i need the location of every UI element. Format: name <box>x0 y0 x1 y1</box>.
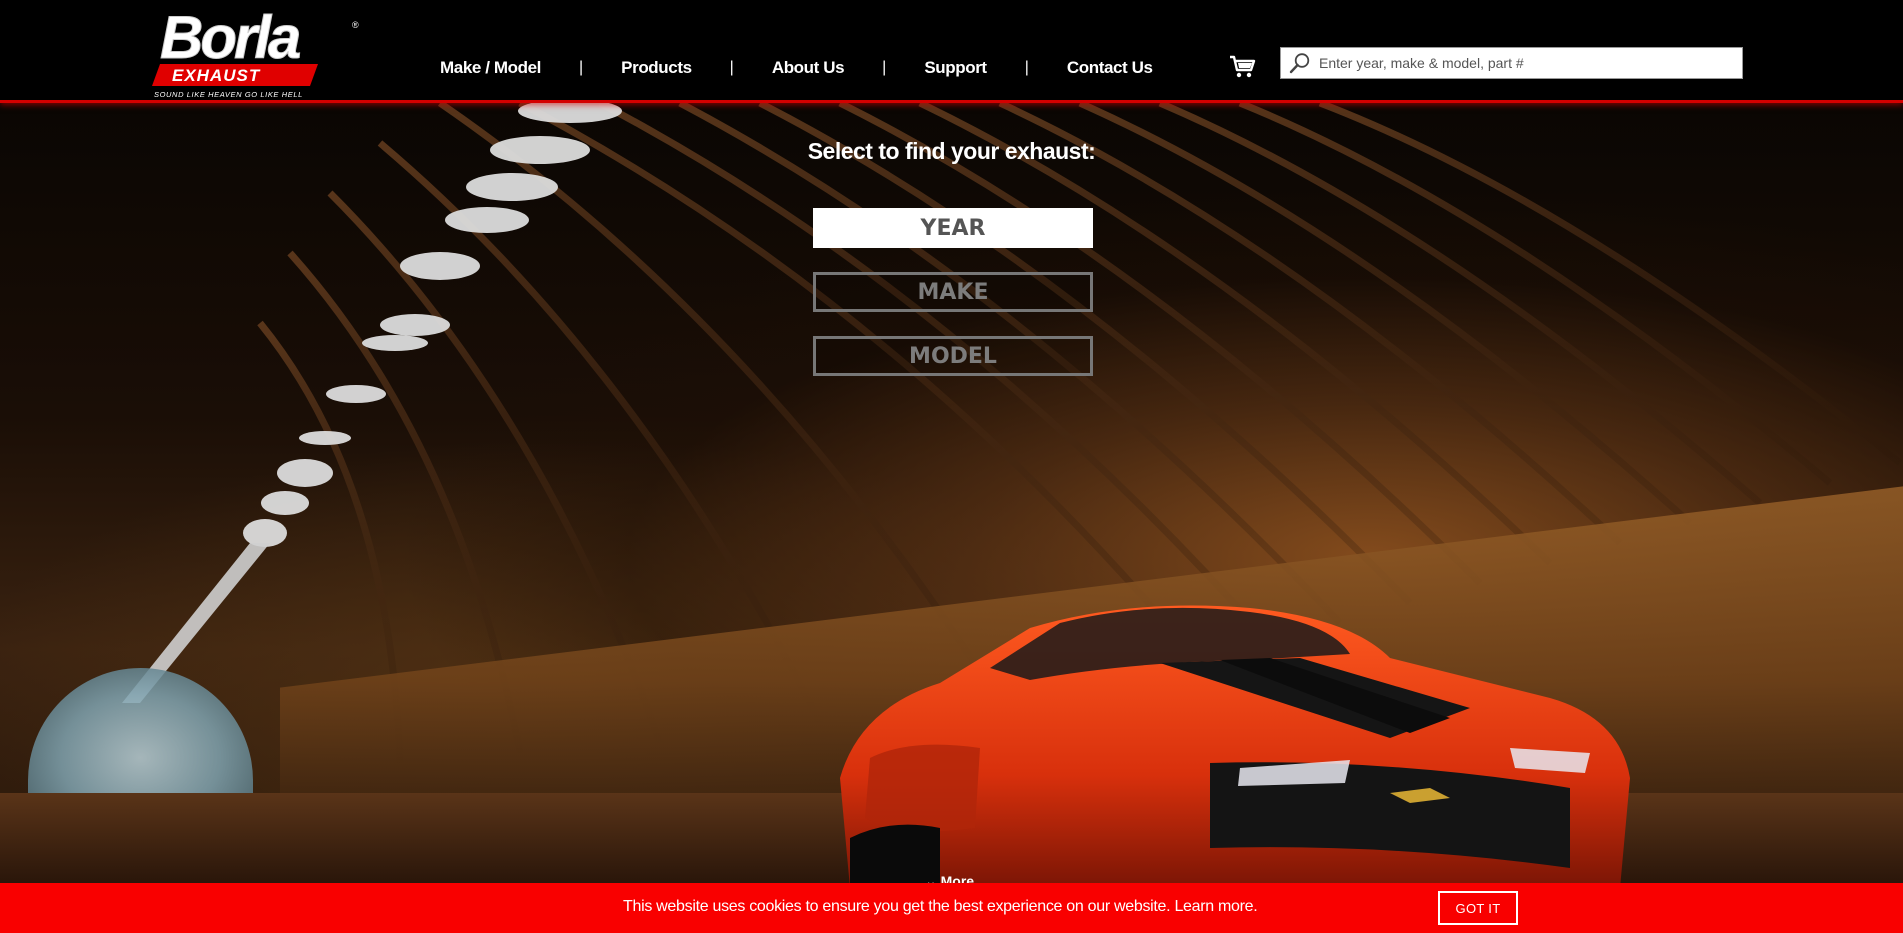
cookie-message: This website uses cookies to ensure you … <box>623 898 1171 915</box>
nav-item-contact-us[interactable]: Contact Us <box>1067 58 1153 78</box>
car-image <box>840 605 1630 883</box>
search-bar <box>1280 47 1743 79</box>
got-it-button[interactable]: GOT IT <box>1438 891 1518 925</box>
learn-more-link[interactable]: Learn more. <box>1174 898 1257 915</box>
site-header: Borla ® EXHAUST SOUND LIKE HEAVEN GO LIK… <box>0 0 1903 103</box>
logo-wordmark: Borla <box>159 4 301 71</box>
search-input[interactable] <box>1311 48 1742 78</box>
finder-title: Select to find your exhaust: <box>807 138 1096 164</box>
borla-logo[interactable]: Borla ® EXHAUST SOUND LIKE HEAVEN GO LIK… <box>150 4 370 99</box>
nav-separator: | <box>882 59 887 76</box>
logo-registered-mark: ® <box>352 20 359 30</box>
make-select[interactable]: MAKE <box>813 272 1093 312</box>
logo-subtext: EXHAUST <box>172 66 261 85</box>
cookie-message-container: This website uses cookies to ensure you … <box>623 898 1258 916</box>
nav-separator: | <box>1024 59 1029 76</box>
cookie-banner: This website uses cookies to ensure you … <box>0 883 1903 933</box>
cart-icon[interactable] <box>1229 55 1257 79</box>
year-select[interactable]: YEAR <box>813 208 1093 248</box>
search-icon[interactable] <box>1289 52 1311 74</box>
nav-item-about-us[interactable]: About Us <box>772 58 845 78</box>
nav-separator: | <box>729 59 734 76</box>
nav-separator: | <box>579 59 584 76</box>
main-nav: Make / Model | Products | About Us | Sup… <box>440 55 1153 81</box>
nav-item-products[interactable]: Products <box>621 58 692 78</box>
nav-item-make-model[interactable]: Make / Model <box>440 58 541 78</box>
logo-tagline: SOUND LIKE HEAVEN GO LIKE HELL <box>154 90 303 99</box>
nav-item-support[interactable]: Support <box>924 58 987 78</box>
model-select[interactable]: MODEL <box>813 336 1093 376</box>
